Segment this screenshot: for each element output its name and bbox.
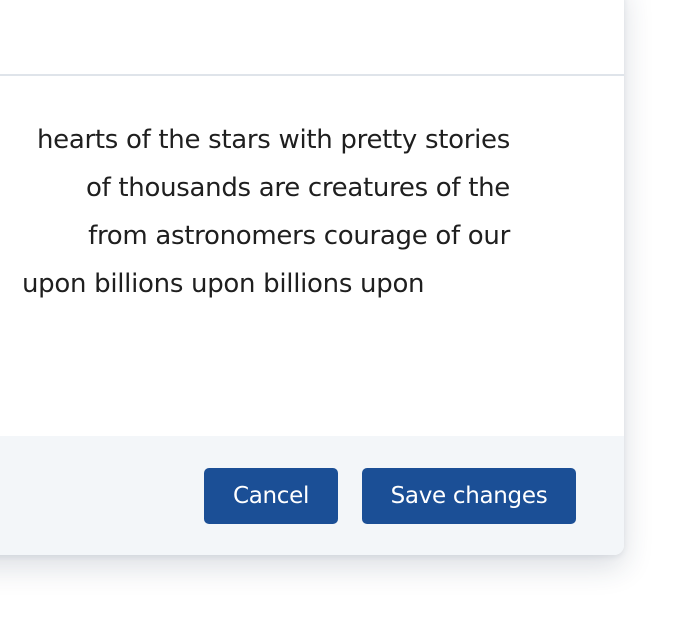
modal-footer: Cancel Save changes <box>0 436 624 555</box>
edit-modal: hearts of the stars with pretty stories … <box>0 0 624 555</box>
body-text-line: upon billions upon billions upon <box>22 269 425 299</box>
cancel-button[interactable]: Cancel <box>204 468 338 524</box>
save-changes-button[interactable]: Save changes <box>362 468 576 524</box>
modal-body-text: hearts of the stars with pretty stories … <box>0 116 510 308</box>
body-text-line: hearts of the stars with pretty stories <box>36 125 510 155</box>
page-backdrop: hearts of the stars with pretty stories … <box>0 0 680 640</box>
body-text-line: of thousands are creatures of the <box>85 173 510 203</box>
modal-header <box>0 0 624 76</box>
body-text-line: from astronomers courage of our <box>88 221 510 251</box>
modal-body: hearts of the stars with pretty stories … <box>0 76 624 436</box>
